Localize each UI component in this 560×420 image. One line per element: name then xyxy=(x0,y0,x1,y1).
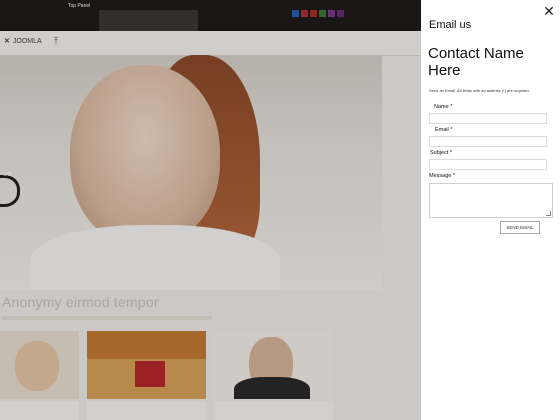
message-field[interactable] xyxy=(429,183,553,218)
name-field[interactable] xyxy=(429,113,547,124)
send-email-button[interactable]: SEND EMAIL xyxy=(500,221,540,234)
form-note: Send an Email. All fields with an asteri… xyxy=(429,88,530,93)
contact-name: Contact Name Here xyxy=(428,45,524,79)
email-label: Email * xyxy=(435,127,453,133)
email-field[interactable] xyxy=(429,136,547,147)
name-label: Name * xyxy=(434,104,453,110)
modal-overlay[interactable] xyxy=(0,0,421,420)
subject-label: Subject * xyxy=(430,150,453,156)
panel-title: Email us xyxy=(429,19,472,31)
resize-handle-icon[interactable] xyxy=(546,211,551,216)
subject-field[interactable] xyxy=(429,159,547,170)
message-label: Message * xyxy=(429,173,455,179)
close-icon[interactable]: ✕ xyxy=(542,4,556,18)
